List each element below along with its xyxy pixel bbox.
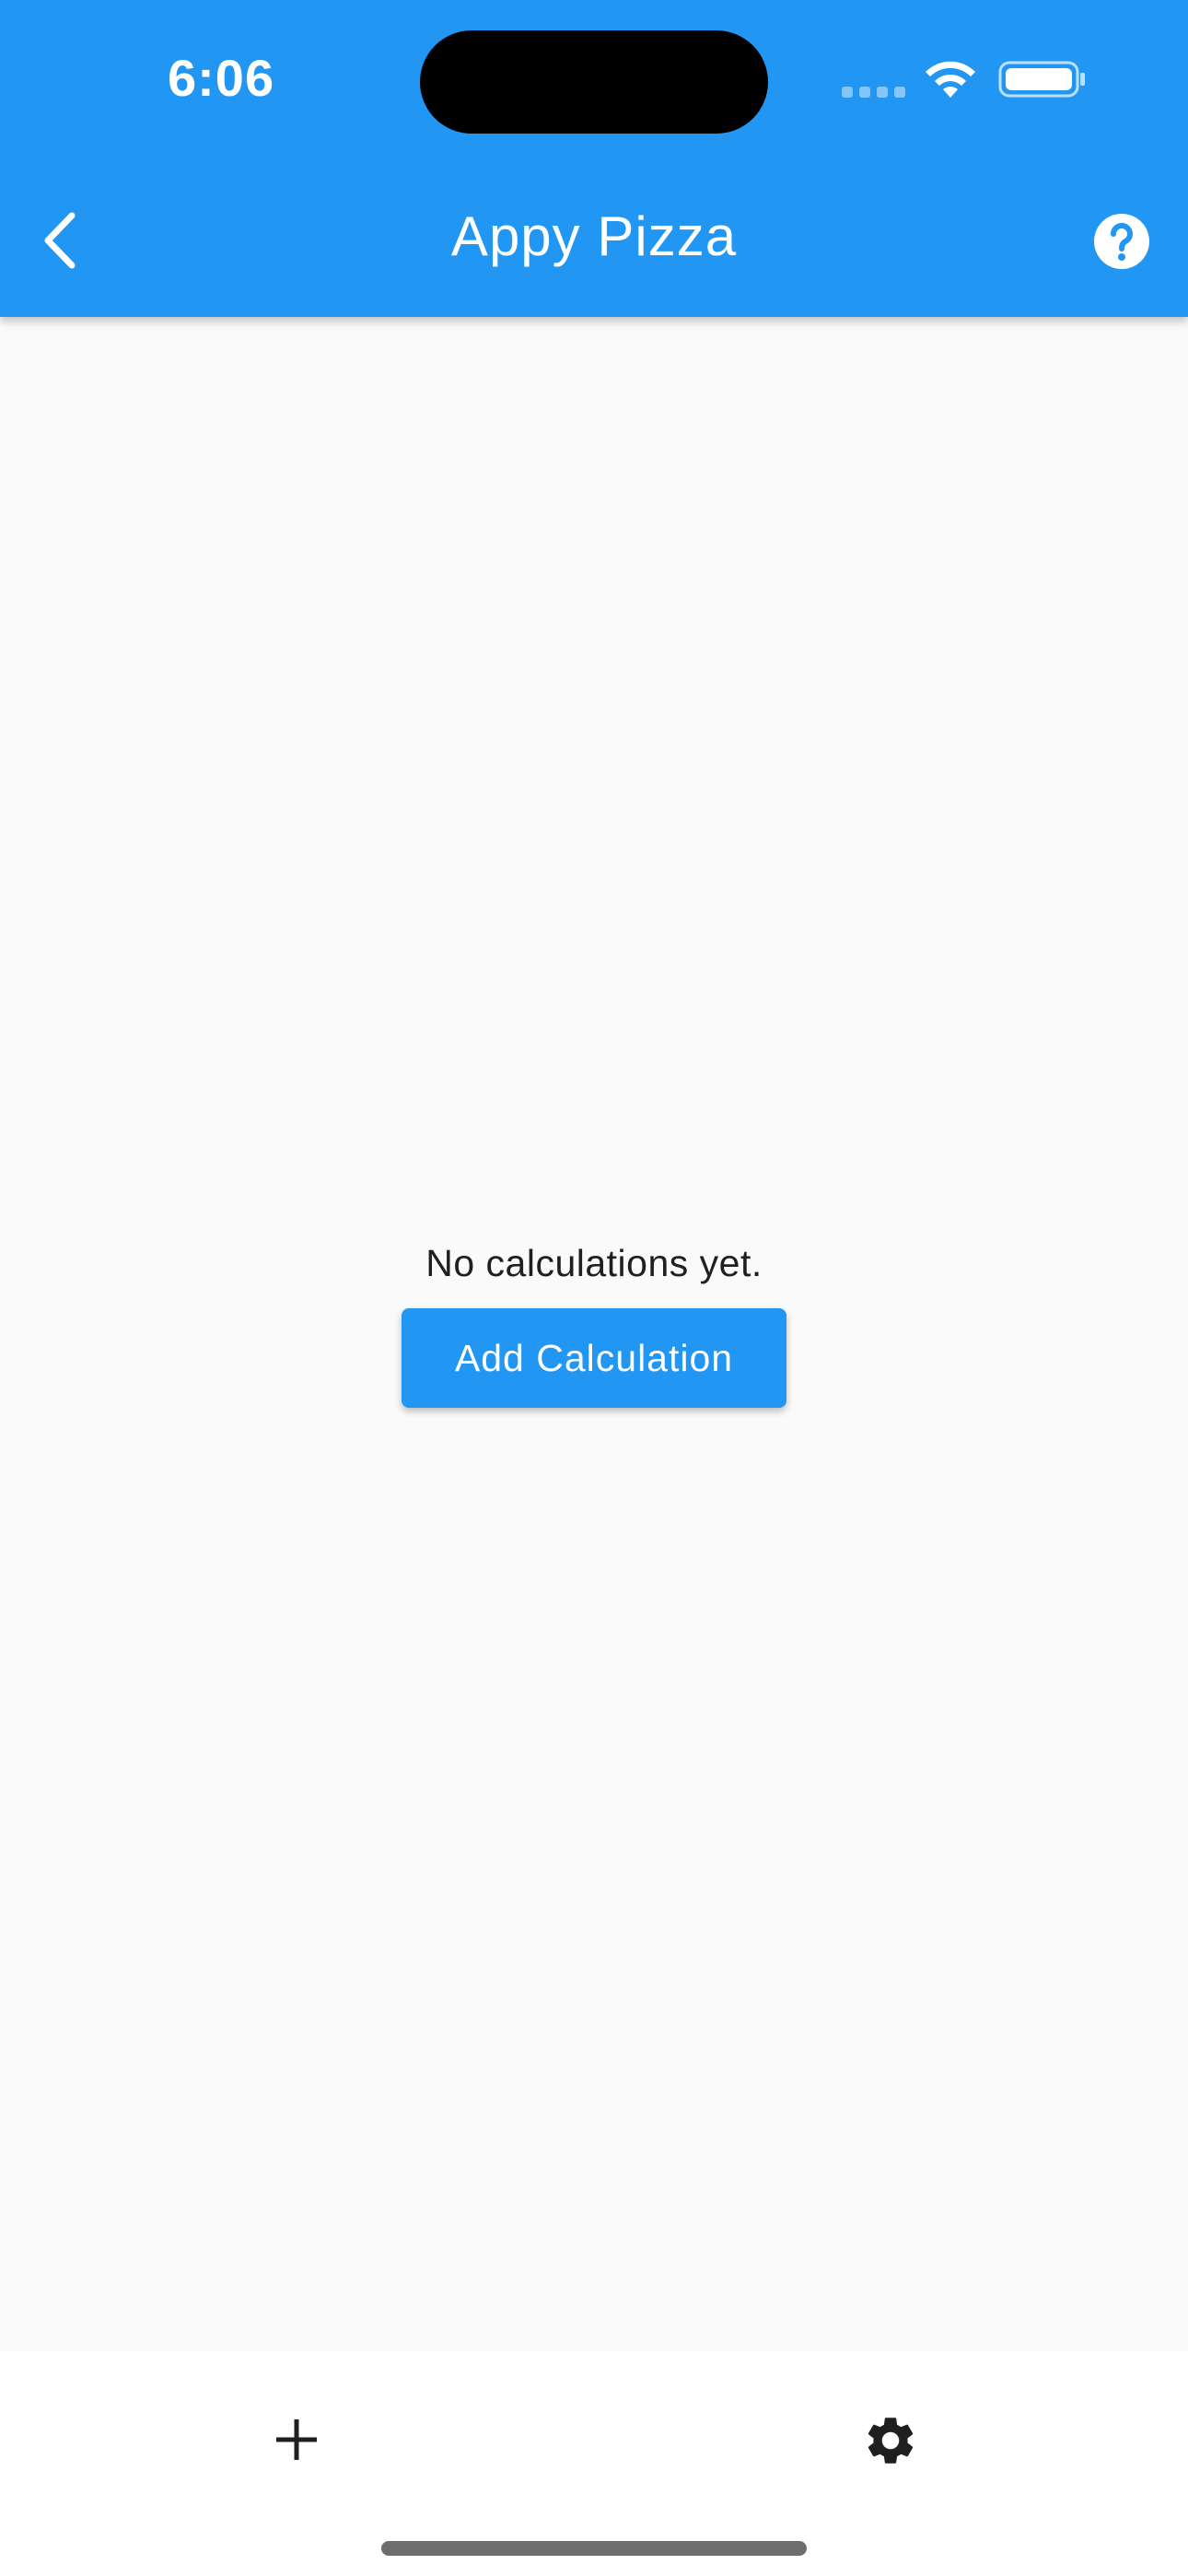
app-bar: 6:06 Appy Pizza [0, 0, 1188, 317]
bottom-bar [0, 2351, 1188, 2576]
cellular-signal-icon [842, 87, 906, 98]
gear-icon[interactable] [862, 2412, 919, 2469]
add-icon[interactable] [273, 2416, 320, 2464]
add-calculation-button[interactable]: Add Calculation [402, 1308, 786, 1408]
page-title: Appy Pizza [450, 205, 738, 267]
help-circle-icon[interactable] [1094, 214, 1149, 269]
home-indicator [381, 2541, 807, 2556]
wifi-icon [926, 61, 975, 98]
empty-state-message: No calculations yet. [425, 1242, 763, 1284]
dynamic-island [420, 30, 768, 134]
battery-icon [998, 61, 1085, 98]
status-time: 6:06 [168, 49, 275, 107]
